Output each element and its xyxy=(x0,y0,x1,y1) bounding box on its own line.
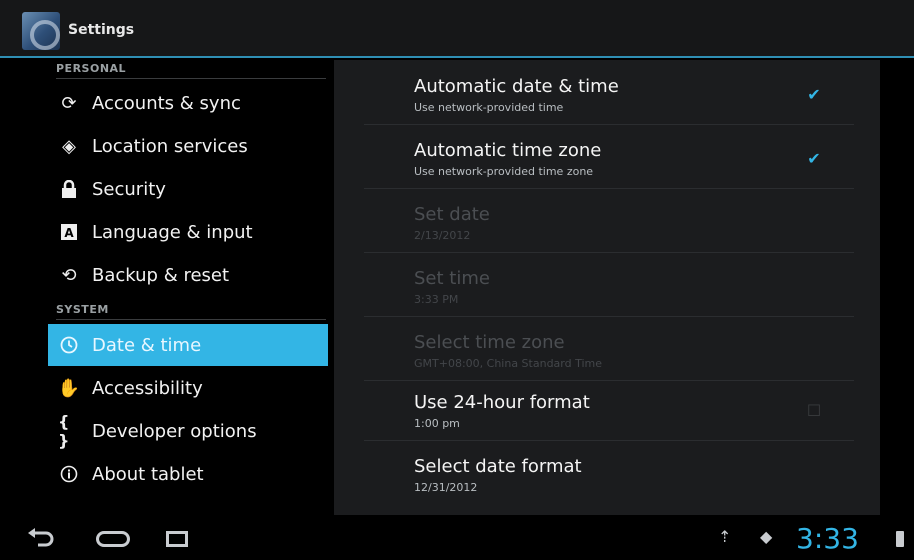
pref-use-24-hour-format[interactable]: Use 24-hour format 1:00 pm xyxy=(414,392,854,430)
app-title: Settings xyxy=(68,22,135,38)
right-edge xyxy=(880,60,914,515)
recent-apps-icon[interactable] xyxy=(166,531,188,547)
info-icon xyxy=(58,463,80,485)
date-time-detail-pane: Automatic date & time Use network-provid… xyxy=(334,60,880,515)
sidebar-item-developer-options[interactable]: { } Developer options xyxy=(48,410,328,452)
settings-app-icon[interactable] xyxy=(22,12,60,50)
pref-set-time: Set time 3:33 PM xyxy=(414,268,490,306)
usb-icon: ⇡ xyxy=(718,527,732,546)
settings-headers-pane: PERSONAL ⟳ Accounts & sync ◈ Location se… xyxy=(0,60,334,515)
clock-icon xyxy=(58,334,80,356)
divider xyxy=(364,188,854,189)
location-icon: ◈ xyxy=(62,135,76,157)
hand-icon: ✋ xyxy=(57,377,81,399)
pref-select-time-zone: Select time zone GMT+08:00, China Standa… xyxy=(414,332,603,370)
pref-automatic-time-zone[interactable]: Automatic time zone Use network-provided… xyxy=(414,140,854,178)
home-icon[interactable] xyxy=(96,531,130,547)
use-24-hour-format-checkbox[interactable]: ☐ xyxy=(804,400,824,420)
divider xyxy=(364,380,854,381)
sidebar-item-backup-reset[interactable]: ⟲ Backup & reset xyxy=(48,254,328,296)
sync-status-icon: ◆ xyxy=(760,527,773,546)
svg-text:A: A xyxy=(64,226,74,240)
pref-automatic-date-time[interactable]: Automatic date & time Use network-provid… xyxy=(414,76,854,114)
action-bar: Settings xyxy=(0,0,914,58)
section-header-personal: PERSONAL xyxy=(56,62,326,79)
sync-icon: ⟳ xyxy=(61,92,77,114)
automatic-time-zone-checkbox[interactable]: ✔ xyxy=(804,148,824,168)
divider xyxy=(364,316,854,317)
divider xyxy=(364,440,854,441)
automatic-date-time-checkbox[interactable]: ✔ xyxy=(804,84,824,104)
sidebar-item-security[interactable]: Security xyxy=(48,168,328,210)
back-icon[interactable] xyxy=(26,525,56,553)
divider xyxy=(364,252,854,253)
sidebar-item-about-tablet[interactable]: About tablet xyxy=(48,453,328,495)
pref-select-date-format[interactable]: Select date format 12/31/2012 xyxy=(414,456,854,494)
sidebar-item-date-time[interactable]: Date & time xyxy=(48,324,328,366)
divider xyxy=(364,124,854,125)
sidebar-item-accessibility[interactable]: ✋ Accessibility xyxy=(48,367,328,409)
system-navigation-bar: ⇡ ◆ 3:33 xyxy=(0,515,914,560)
lock-icon xyxy=(58,178,80,200)
battery-icon xyxy=(896,531,904,547)
sidebar-item-accounts-sync[interactable]: ⟳ Accounts & sync xyxy=(48,82,328,124)
braces-icon: { } xyxy=(58,412,70,450)
status-clock[interactable]: 3:33 xyxy=(796,522,859,555)
pref-set-date: Set date 2/13/2012 xyxy=(414,204,490,242)
sidebar-item-location-services[interactable]: ◈ Location services xyxy=(48,125,328,167)
restore-icon: ⟲ xyxy=(61,264,77,286)
sidebar-item-language-input[interactable]: A Language & input xyxy=(48,211,328,253)
keyboard-icon: A xyxy=(58,221,80,243)
section-header-system: SYSTEM xyxy=(56,303,326,320)
